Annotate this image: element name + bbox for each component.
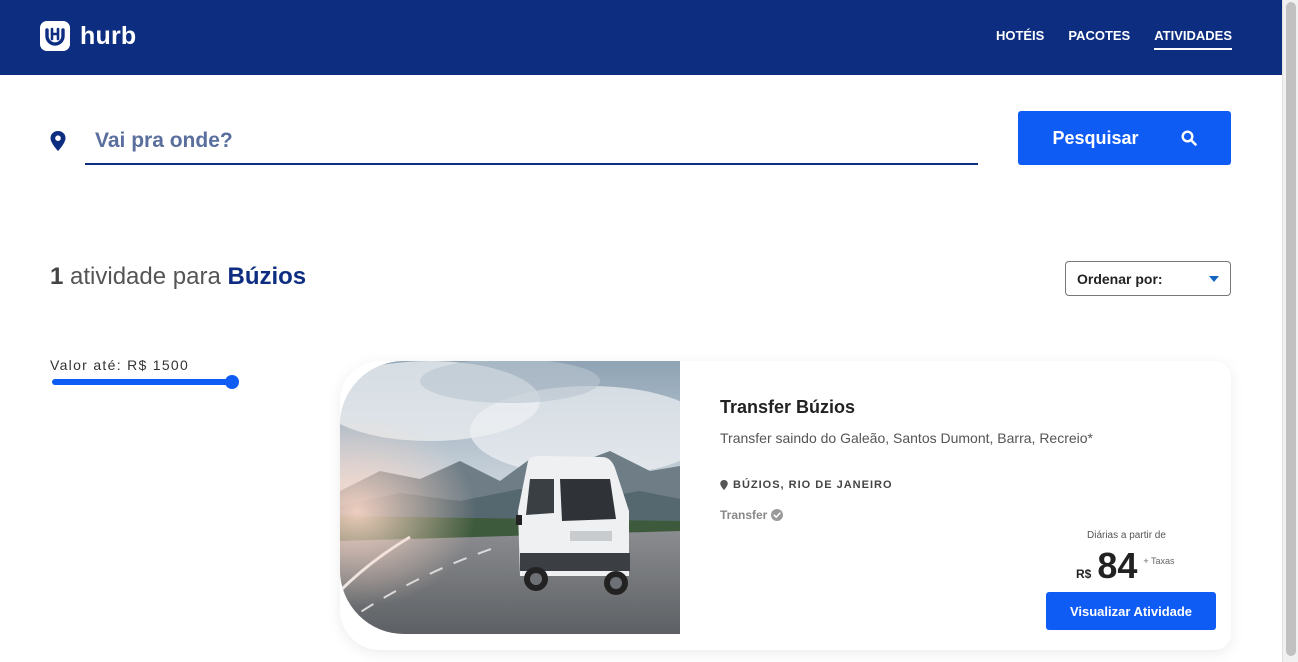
nav-atividades[interactable]: ATIVIDADES: [1154, 28, 1232, 50]
results-count: 1: [50, 263, 64, 290]
search-button-label: Pesquisar: [1052, 127, 1139, 148]
activity-title[interactable]: Transfer Búzios: [720, 397, 855, 418]
location-pin-icon: [720, 480, 728, 490]
logo[interactable]: hurb: [40, 21, 136, 51]
activity-description: Transfer saindo do Galeão, Santos Dumont…: [720, 430, 1094, 446]
price-note: Diárias a partir de: [1087, 530, 1166, 541]
search-icon: [1181, 130, 1197, 146]
nav-pacotes[interactable]: PACOTES: [1068, 28, 1130, 50]
caret-down-icon: [1209, 276, 1219, 282]
top-header: hurb HOTÉIS PACOTES ATIVIDADES: [0, 0, 1282, 75]
view-activity-button[interactable]: Visualizar Atividade: [1046, 592, 1216, 630]
activity-category: Transfer: [720, 508, 784, 522]
price-display: R$ 84 + Taxas: [1076, 544, 1175, 588]
activity-card[interactable]: Transfer Búzios Transfer saindo do Galeã…: [340, 361, 1231, 650]
price-slider-handle[interactable]: [225, 375, 239, 389]
hurb-logo-icon: [40, 21, 70, 51]
price-slider-track[interactable]: [52, 379, 233, 385]
results-heading: 1 atividade para Búzios: [50, 263, 306, 291]
page-scrollbar[interactable]: [1282, 0, 1298, 662]
scrollbar-thumb[interactable]: [1286, 2, 1296, 656]
location-pin-icon: [50, 131, 66, 151]
nav-hoteis[interactable]: HOTÉIS: [996, 28, 1044, 50]
sort-label: Ordenar por:: [1077, 270, 1163, 287]
price-taxes: + Taxas: [1143, 556, 1175, 566]
destination-search-input[interactable]: [85, 118, 978, 165]
price-filter-label: Valor até: R$ 1500: [50, 357, 190, 373]
check-circle-icon: [771, 509, 784, 521]
sort-dropdown[interactable]: Ordenar por:: [1065, 261, 1231, 296]
main-nav: HOTÉIS PACOTES ATIVIDADES: [996, 28, 1232, 50]
location-text: BÚZIOS, RIO DE JANEIRO: [733, 479, 893, 491]
search-button[interactable]: Pesquisar: [1018, 111, 1231, 165]
activity-location: BÚZIOS, RIO DE JANEIRO: [720, 479, 893, 491]
results-place: Búzios: [227, 263, 307, 290]
results-text: atividade para: [70, 263, 221, 290]
price-value: 84: [1097, 545, 1138, 586]
activity-image[interactable]: [340, 361, 680, 634]
logo-text: hurb: [80, 21, 137, 50]
category-text: Transfer: [720, 508, 768, 522]
price-currency: R$: [1076, 567, 1092, 581]
